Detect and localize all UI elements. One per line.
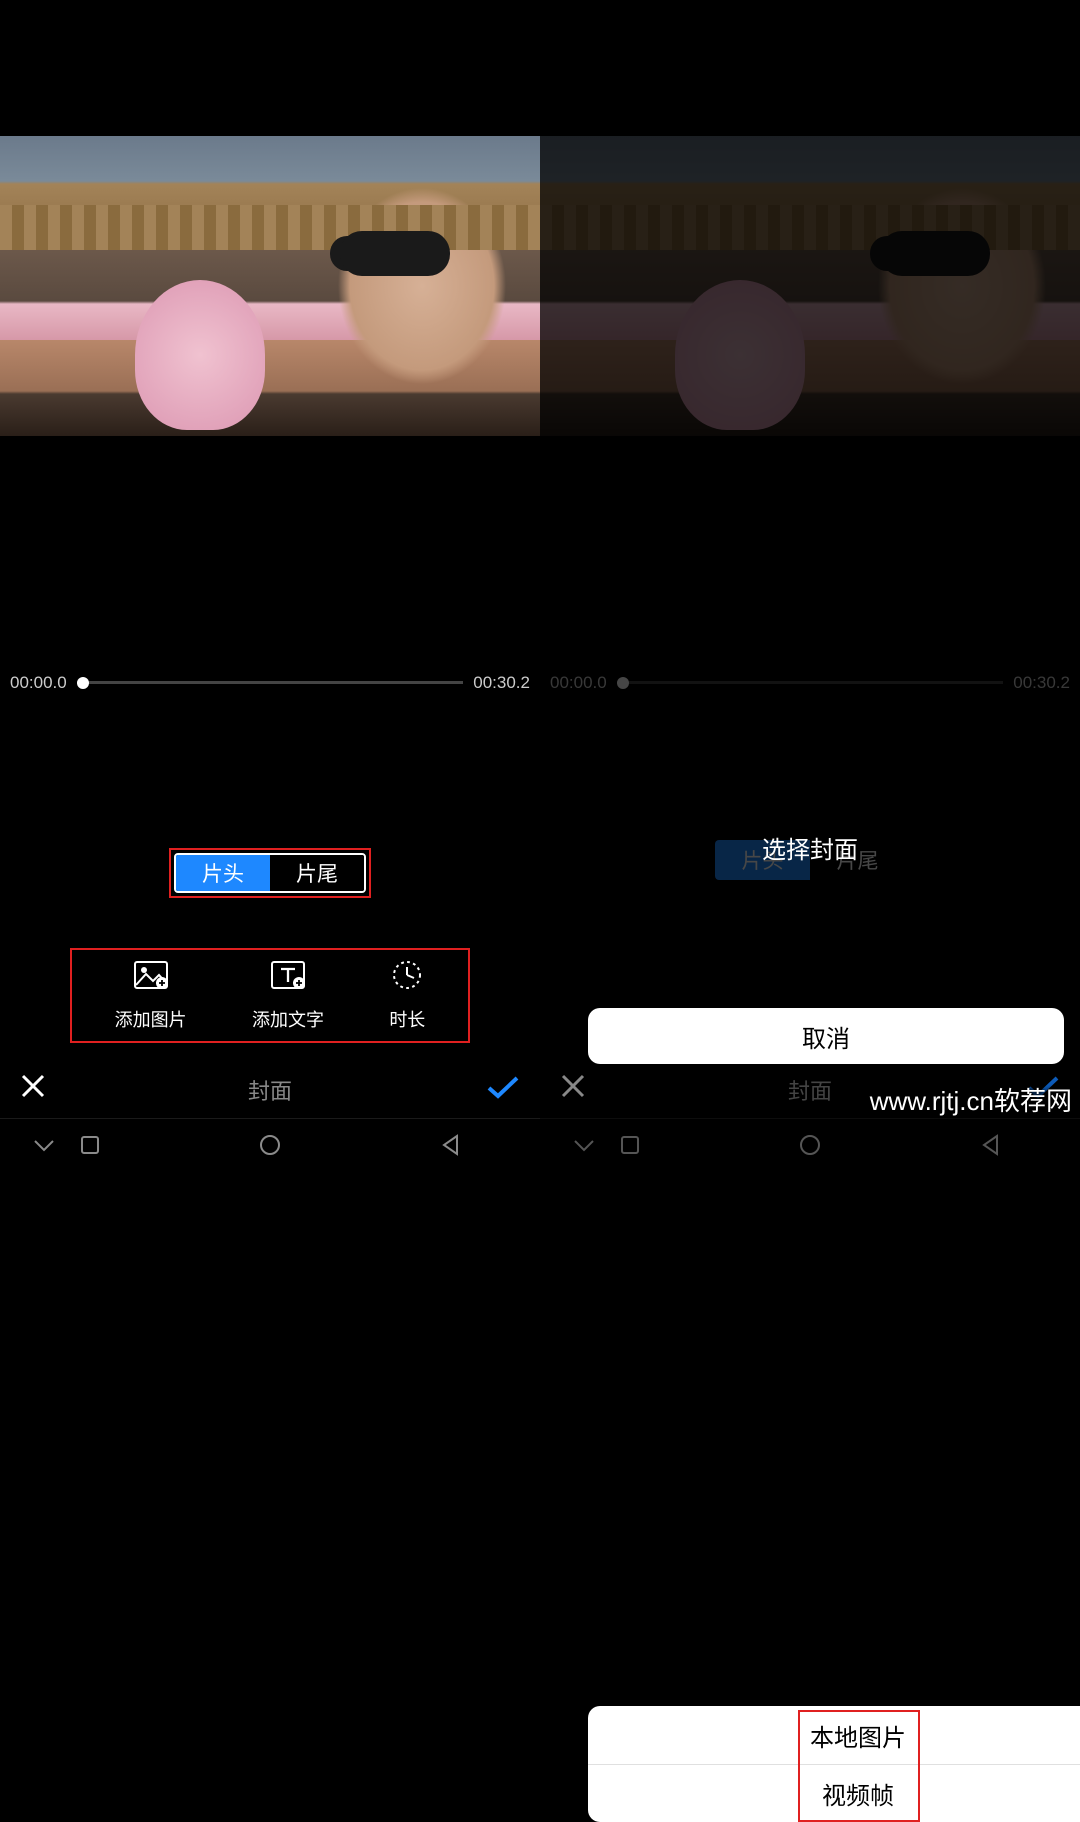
close-icon — [20, 1073, 46, 1099]
nav-home-icon[interactable] — [798, 1133, 822, 1157]
timeline-track[interactable] — [77, 681, 464, 684]
head-tail-segmented: 片头 片尾 — [174, 853, 366, 893]
duration-label: 时长 — [389, 1006, 425, 1032]
close-icon — [560, 1073, 586, 1099]
add-text-button[interactable]: 添加文字 — [252, 960, 324, 1032]
time-start: 00:00.0 — [10, 673, 67, 693]
timeline-track — [617, 681, 1004, 684]
nav-home-icon[interactable] — [258, 1133, 282, 1157]
time-start: 00:00.0 — [550, 673, 607, 693]
timeline-playhead[interactable] — [77, 677, 89, 689]
cover-source-sheet: 本地图片 视频帧 — [588, 1706, 1080, 1822]
bottom-bar: 封面 — [0, 1062, 540, 1118]
cancel-button[interactable]: 取消 — [588, 1008, 1064, 1064]
nav-down-icon[interactable] — [32, 1135, 56, 1155]
close-button[interactable] — [560, 1073, 586, 1107]
nav-back-icon[interactable] — [439, 1133, 461, 1157]
preview-area: 00:00.0 00:30.2 — [540, 0, 1080, 830]
timeline-playhead — [617, 677, 629, 689]
duration-button[interactable]: 时长 — [389, 960, 425, 1032]
close-button[interactable] — [20, 1073, 46, 1107]
bottom-title: 封面 — [248, 1074, 292, 1106]
highlight-segmented: 片头 片尾 — [169, 848, 371, 898]
check-icon — [486, 1074, 520, 1100]
add-image-label: 添加图片 — [115, 1006, 187, 1032]
text-add-icon — [271, 960, 305, 990]
option-local-image[interactable]: 本地图片 — [588, 1706, 1080, 1764]
cover-select-panel: 00:00.0 00:30.2 选择封面 片头 片尾 本地图片 视频帧 取消 封… — [540, 0, 1080, 1170]
add-text-label: 添加文字 — [252, 1006, 324, 1032]
clock-icon — [390, 960, 424, 990]
tab-tail[interactable]: 片尾 — [270, 855, 364, 891]
option-video-frame[interactable]: 视频帧 — [588, 1764, 1080, 1822]
nav-recent-icon[interactable] — [79, 1134, 101, 1156]
android-nav — [540, 1118, 1080, 1170]
modal-title: 选择封面 — [540, 830, 1080, 865]
watermark: www.rjtj.cn软荐网 — [870, 1081, 1072, 1118]
video-preview[interactable] — [0, 136, 540, 436]
editor-cover-panel: 00:00.0 00:30.2 片头 片尾 — [0, 0, 540, 1170]
timeline: 00:00.0 00:30.2 — [0, 671, 540, 695]
preview-area: 00:00.0 00:30.2 — [0, 0, 540, 830]
nav-down-icon[interactable] — [572, 1135, 596, 1155]
tab-head[interactable]: 片头 — [176, 855, 270, 891]
confirm-button[interactable] — [486, 1071, 520, 1109]
add-image-button[interactable]: 添加图片 — [115, 960, 187, 1032]
bottom-title: 封面 — [788, 1074, 832, 1106]
time-end: 00:30.2 — [473, 673, 530, 693]
timeline: 00:00.0 00:30.2 — [540, 671, 1080, 695]
nav-back-icon[interactable] — [979, 1133, 1001, 1157]
highlight-tools: 添加图片 添加文字 时长 — [70, 948, 470, 1043]
image-add-icon — [134, 960, 168, 990]
video-preview — [540, 136, 1080, 436]
nav-recent-icon[interactable] — [619, 1134, 641, 1156]
time-end: 00:30.2 — [1013, 673, 1070, 693]
android-nav — [0, 1118, 540, 1170]
